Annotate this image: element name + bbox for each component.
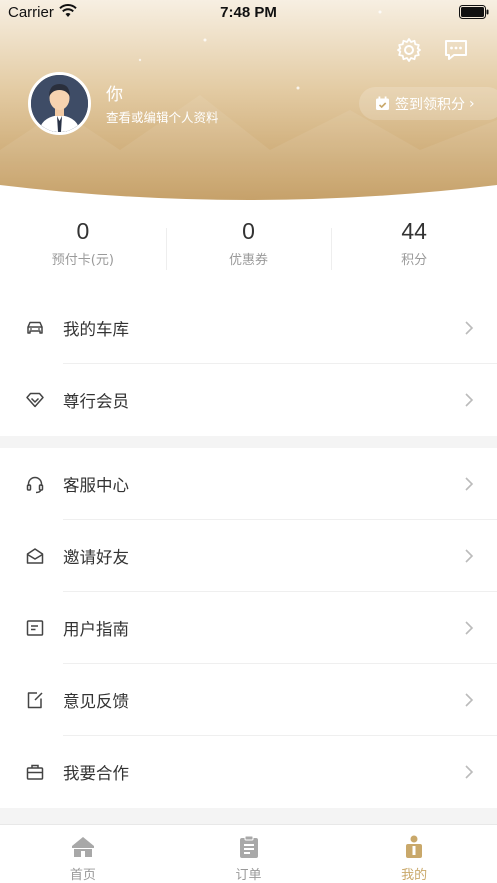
stat-value: 0 [242, 218, 255, 244]
section-gap [0, 436, 497, 448]
menu-item-label: 我要合作 [63, 764, 129, 783]
stat-value: 0 [76, 218, 90, 244]
section-gap [0, 808, 497, 824]
briefcase-icon [25, 762, 45, 782]
tab-profile[interactable]: 我的 [331, 825, 497, 883]
tab-home[interactable]: 首页 [0, 825, 166, 883]
menu-item-garage[interactable]: 我的车库 [0, 292, 497, 364]
tab-label: 首页 [69, 868, 96, 883]
menu-item-invite-friends[interactable]: 邀请好友 [0, 520, 497, 592]
checkin-button[interactable]: 签到领积分 › [359, 87, 497, 120]
menu-group-secondary: 客服中心 邀请好友 用户指南 意见反馈 我要合作 [0, 448, 497, 808]
clock: 7:48 PM [220, 4, 277, 21]
status-bar: Carrier 7:48 PM [0, 0, 497, 26]
diamond-icon [25, 390, 45, 410]
guide-icon [25, 618, 45, 638]
checkin-label: 签到领积分 [395, 96, 465, 113]
gear-icon [397, 38, 421, 62]
profile-icon [401, 834, 427, 860]
menu-item-cooperation[interactable]: 我要合作 [0, 736, 497, 808]
chevron-right-icon [463, 763, 475, 781]
menu-item-label: 邀请好友 [63, 548, 129, 567]
tab-label: 我的 [401, 868, 428, 883]
chevron-right-icon [463, 619, 475, 637]
chevron-right-icon [463, 547, 475, 565]
menu-group-primary: 我的车库 尊行会员 [0, 292, 497, 436]
menu-item-label: 意见反馈 [63, 692, 129, 711]
avatar-image [31, 75, 88, 132]
headset-icon [25, 474, 45, 494]
menu-item-label: 我的车库 [63, 320, 129, 339]
chevron-right-icon [463, 319, 475, 337]
edit-profile-link[interactable]: 查看或编辑个人资料 [106, 107, 219, 126]
menu-item-label: 尊行会员 [63, 392, 129, 411]
stat-label: 预付卡(元) [51, 253, 114, 268]
user-name[interactable]: 你 [106, 80, 123, 105]
order-icon [236, 834, 262, 860]
stat-points[interactable]: 44 积分 [331, 212, 497, 276]
menu-item-label: 客服中心 [63, 476, 129, 495]
chevron-right-icon [463, 391, 475, 409]
avatar[interactable] [28, 72, 91, 135]
stat-coupons[interactable]: 0 优惠券 [165, 212, 332, 276]
chevron-right-icon [463, 691, 475, 709]
tab-orders[interactable]: 订单 [166, 825, 332, 883]
tab-label: 订单 [235, 868, 262, 883]
menu-item-customer-service[interactable]: 客服中心 [0, 448, 497, 520]
stats-row: 0 预付卡(元) 0 优惠券 44 积分 [0, 212, 497, 276]
tab-bar: 首页 订单 我的 [0, 824, 497, 883]
feedback-icon [25, 690, 45, 710]
calendar-check-icon [376, 96, 389, 110]
mail-icon [25, 546, 45, 566]
menu-item-label: 用户指南 [63, 620, 129, 639]
chevron-right-icon: › [469, 95, 475, 112]
settings-button[interactable] [395, 36, 423, 64]
stat-value: 44 [401, 218, 427, 244]
car-icon [25, 318, 45, 338]
stat-prepaid-card[interactable]: 0 预付卡(元) [0, 212, 166, 276]
stat-label: 优惠券 [229, 253, 269, 268]
message-icon [445, 40, 467, 60]
menu-item-feedback[interactable]: 意见反馈 [0, 664, 497, 736]
menu-item-membership[interactable]: 尊行会员 [0, 364, 497, 436]
home-icon [70, 834, 96, 860]
battery-icon [459, 5, 489, 19]
messages-button[interactable] [442, 36, 470, 64]
stat-label: 积分 [401, 253, 428, 268]
menu-item-user-guide[interactable]: 用户指南 [0, 592, 497, 664]
chevron-right-icon [463, 475, 475, 493]
